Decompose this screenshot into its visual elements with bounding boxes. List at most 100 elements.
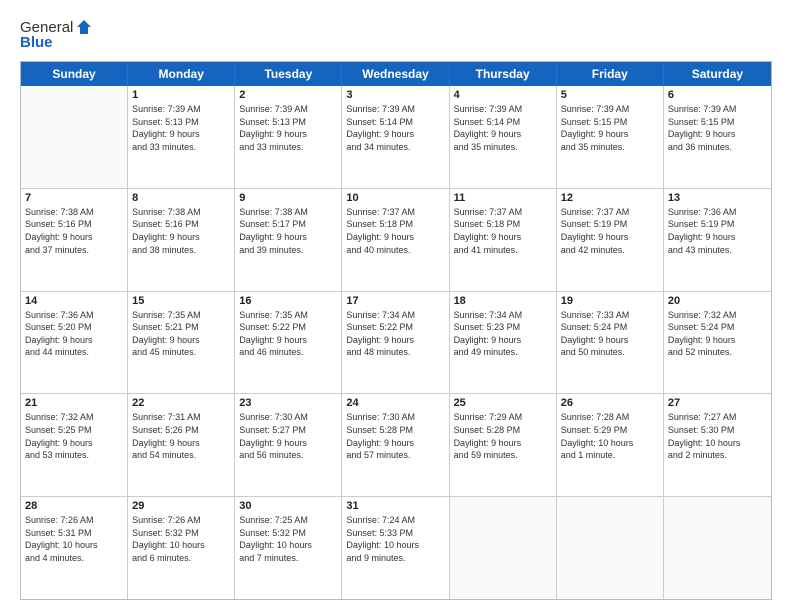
day-number: 6 — [668, 89, 767, 101]
calendar-cell: 19Sunrise: 7:33 AMSunset: 5:24 PMDayligh… — [557, 292, 664, 394]
header: General Blue — [20, 18, 772, 51]
day-number: 1 — [132, 89, 230, 101]
cell-info: Sunrise: 7:39 AMSunset: 5:15 PMDaylight:… — [561, 103, 659, 153]
header-cell-wednesday: Wednesday — [342, 62, 449, 86]
cell-info: Sunrise: 7:24 AMSunset: 5:33 PMDaylight:… — [346, 514, 444, 564]
calendar-cell: 28 Sunrise: 7:26 AMSunset: 5:31 PMDayligh… — [21, 497, 128, 599]
day-number: 27 — [668, 397, 767, 409]
calendar-cell — [21, 86, 128, 188]
header-cell-tuesday: Tuesday — [235, 62, 342, 86]
calendar-cell: 2Sunrise: 7:39 AMSunset: 5:13 PMDaylight… — [235, 86, 342, 188]
calendar-cell: 9Sunrise: 7:38 AMSunset: 5:17 PMDaylight… — [235, 189, 342, 291]
cell-info: Sunrise: 7:27 AMSunset: 5:30 PMDaylight:… — [668, 411, 767, 461]
day-number: 12 — [561, 192, 659, 204]
cell-info: Sunrise: 7:33 AMSunset: 5:24 PMDaylight:… — [561, 309, 659, 359]
day-number: 20 — [668, 295, 767, 307]
cell-info: Sunrise: 7:37 AMSunset: 5:19 PMDaylight:… — [561, 206, 659, 256]
calendar-cell: 11 Sunrise: 7:37 AMSunset: 5:18 PMDayligh… — [450, 189, 557, 291]
header-cell-friday: Friday — [557, 62, 664, 86]
calendar-cell: 12 Sunrise: 7:37 AMSunset: 5:19 PMDayligh… — [557, 189, 664, 291]
calendar-cell: 1 Sunrise: 7:39 AMSunset: 5:13 PMDaylight… — [128, 86, 235, 188]
calendar-cell: 23Sunrise: 7:30 AMSunset: 5:27 PMDayligh… — [235, 394, 342, 496]
logo-icon — [75, 18, 93, 36]
header-cell-saturday: Saturday — [664, 62, 771, 86]
day-number: 30 — [239, 500, 337, 512]
cell-info: Sunrise: 7:26 AMSunset: 5:32 PMDaylight:… — [132, 514, 230, 564]
cell-info: Sunrise: 7:34 AMSunset: 5:22 PMDaylight:… — [346, 309, 444, 359]
calendar-cell: 15Sunrise: 7:35 AMSunset: 5:21 PMDayligh… — [128, 292, 235, 394]
day-number: 7 — [25, 192, 123, 204]
cell-info: Sunrise: 7:28 AMSunset: 5:29 PMDaylight:… — [561, 411, 659, 461]
calendar-cell: 10Sunrise: 7:37 AMSunset: 5:18 PMDayligh… — [342, 189, 449, 291]
cell-info: Sunrise: 7:32 AMSunset: 5:25 PMDaylight:… — [25, 411, 123, 461]
calendar-cell: 5 Sunrise: 7:39 AMSunset: 5:15 PMDaylight… — [557, 86, 664, 188]
calendar-week-4: 21 Sunrise: 7:32 AMSunset: 5:25 PMDayligh… — [21, 394, 771, 497]
cell-info: Sunrise: 7:39 AMSunset: 5:15 PMDaylight:… — [668, 103, 767, 153]
calendar-week-1: 1 Sunrise: 7:39 AMSunset: 5:13 PMDaylight… — [21, 86, 771, 189]
day-number: 10 — [346, 192, 444, 204]
calendar-cell: 26 Sunrise: 7:28 AMSunset: 5:29 PMDayligh… — [557, 394, 664, 496]
calendar-cell — [664, 497, 771, 599]
calendar-cell: 8 Sunrise: 7:38 AMSunset: 5:16 PMDaylight… — [128, 189, 235, 291]
day-number: 22 — [132, 397, 230, 409]
cell-info: Sunrise: 7:39 AMSunset: 5:13 PMDaylight:… — [239, 103, 337, 153]
cell-info: Sunrise: 7:32 AMSunset: 5:24 PMDaylight:… — [668, 309, 767, 359]
cell-info: Sunrise: 7:34 AMSunset: 5:23 PMDaylight:… — [454, 309, 552, 359]
cell-info: Sunrise: 7:37 AMSunset: 5:18 PMDaylight:… — [454, 206, 552, 256]
cell-info: Sunrise: 7:26 AMSunset: 5:31 PMDaylight:… — [25, 514, 123, 564]
day-number: 16 — [239, 295, 337, 307]
calendar-week-3: 14 Sunrise: 7:36 AMSunset: 5:20 PMDayligh… — [21, 292, 771, 395]
calendar-cell: 29 Sunrise: 7:26 AMSunset: 5:32 PMDayligh… — [128, 497, 235, 599]
calendar-cell — [450, 497, 557, 599]
day-number: 28 — [25, 500, 123, 512]
header-cell-sunday: Sunday — [21, 62, 128, 86]
calendar-cell: 24Sunrise: 7:30 AMSunset: 5:28 PMDayligh… — [342, 394, 449, 496]
calendar-cell: 18Sunrise: 7:34 AMSunset: 5:23 PMDayligh… — [450, 292, 557, 394]
calendar-week-2: 7 Sunrise: 7:38 AMSunset: 5:16 PMDaylight… — [21, 189, 771, 292]
calendar-cell: 4 Sunrise: 7:39 AMSunset: 5:14 PMDaylight… — [450, 86, 557, 188]
calendar-cell: 3Sunrise: 7:39 AMSunset: 5:14 PMDaylight… — [342, 86, 449, 188]
day-number: 4 — [454, 89, 552, 101]
cell-info: Sunrise: 7:38 AMSunset: 5:16 PMDaylight:… — [25, 206, 123, 256]
logo-general-text: General — [20, 19, 73, 36]
day-number: 9 — [239, 192, 337, 204]
day-number: 25 — [454, 397, 552, 409]
calendar-cell: 27 Sunrise: 7:27 AMSunset: 5:30 PMDayligh… — [664, 394, 771, 496]
calendar-week-5: 28 Sunrise: 7:26 AMSunset: 5:31 PMDayligh… — [21, 497, 771, 599]
logo: General Blue — [20, 18, 93, 51]
day-number: 21 — [25, 397, 123, 409]
cell-info: Sunrise: 7:35 AMSunset: 5:21 PMDaylight:… — [132, 309, 230, 359]
cell-info: Sunrise: 7:39 AMSunset: 5:14 PMDaylight:… — [454, 103, 552, 153]
calendar-cell — [557, 497, 664, 599]
page: General Blue SundayMondayTuesdayWednesda… — [0, 0, 792, 612]
header-cell-thursday: Thursday — [450, 62, 557, 86]
day-number: 31 — [346, 500, 444, 512]
cell-info: Sunrise: 7:29 AMSunset: 5:28 PMDaylight:… — [454, 411, 552, 461]
cell-info: Sunrise: 7:36 AMSunset: 5:20 PMDaylight:… — [25, 309, 123, 359]
cell-info: Sunrise: 7:39 AMSunset: 5:14 PMDaylight:… — [346, 103, 444, 153]
cell-info: Sunrise: 7:30 AMSunset: 5:27 PMDaylight:… — [239, 411, 337, 461]
day-number: 14 — [25, 295, 123, 307]
calendar-header: SundayMondayTuesdayWednesdayThursdayFrid… — [21, 62, 771, 86]
calendar-body: 1 Sunrise: 7:39 AMSunset: 5:13 PMDaylight… — [21, 86, 771, 599]
cell-info: Sunrise: 7:39 AMSunset: 5:13 PMDaylight:… — [132, 103, 230, 153]
day-number: 24 — [346, 397, 444, 409]
calendar-cell: 14 Sunrise: 7:36 AMSunset: 5:20 PMDayligh… — [21, 292, 128, 394]
calendar-cell: 30 Sunrise: 7:25 AMSunset: 5:32 PMDayligh… — [235, 497, 342, 599]
calendar-cell: 17 Sunrise: 7:34 AMSunset: 5:22 PMDayligh… — [342, 292, 449, 394]
calendar-cell: 22Sunrise: 7:31 AMSunset: 5:26 PMDayligh… — [128, 394, 235, 496]
day-number: 29 — [132, 500, 230, 512]
day-number: 17 — [346, 295, 444, 307]
calendar-cell: 20 Sunrise: 7:32 AMSunset: 5:24 PMDayligh… — [664, 292, 771, 394]
cell-info: Sunrise: 7:38 AMSunset: 5:16 PMDaylight:… — [132, 206, 230, 256]
cell-info: Sunrise: 7:25 AMSunset: 5:32 PMDaylight:… — [239, 514, 337, 564]
cell-info: Sunrise: 7:35 AMSunset: 5:22 PMDaylight:… — [239, 309, 337, 359]
day-number: 13 — [668, 192, 767, 204]
calendar-cell: 21 Sunrise: 7:32 AMSunset: 5:25 PMDayligh… — [21, 394, 128, 496]
day-number: 11 — [454, 192, 552, 204]
day-number: 5 — [561, 89, 659, 101]
calendar-cell: 13Sunrise: 7:36 AMSunset: 5:19 PMDayligh… — [664, 189, 771, 291]
day-number: 26 — [561, 397, 659, 409]
calendar-cell: 31 Sunrise: 7:24 AMSunset: 5:33 PMDayligh… — [342, 497, 449, 599]
day-number: 8 — [132, 192, 230, 204]
